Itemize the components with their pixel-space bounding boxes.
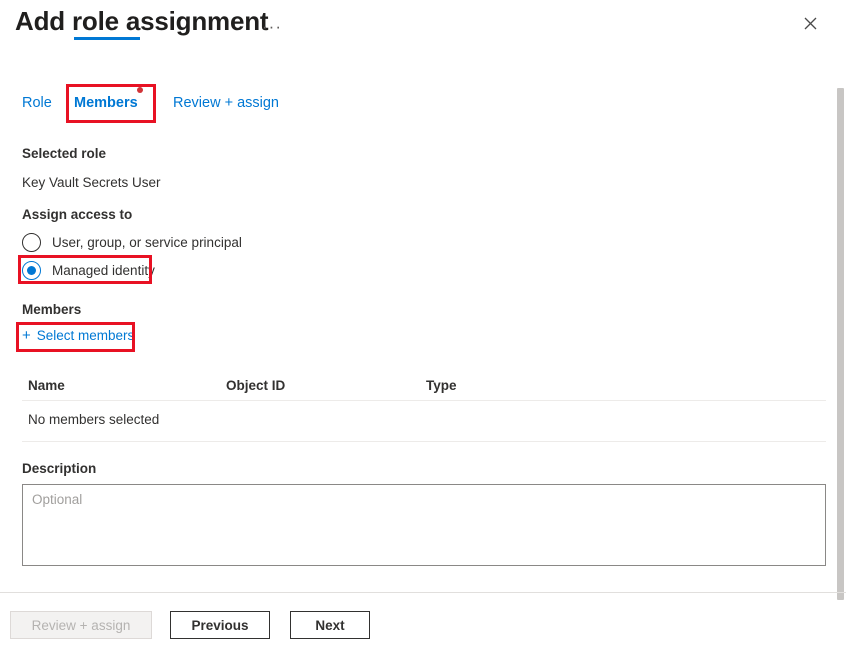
members-label: Members — [22, 302, 82, 317]
radio-managed-identity[interactable]: Managed identity — [22, 258, 155, 282]
select-members-label: Select members — [36, 328, 135, 343]
tab-members[interactable]: Members — [74, 84, 138, 122]
review-assign-button[interactable]: Review + assign — [10, 611, 152, 639]
add-role-assignment-panel: Add role assignment ··· Role Members Rev… — [0, 0, 846, 656]
members-empty-message: No members selected — [28, 412, 160, 427]
selected-role-value: Key Vault Secrets User — [22, 175, 161, 190]
radio-icon-unselected — [22, 232, 41, 252]
members-table-header-row: Name Object ID Type — [22, 378, 826, 400]
radio-user-group-service-principal[interactable]: User, group, or service principal — [22, 230, 242, 254]
panel-header: Add role assignment ··· — [0, 0, 846, 55]
select-members-button[interactable]: + Select members — [22, 328, 134, 343]
panel-scrollbar-track[interactable] — [836, 40, 846, 600]
table-divider-top — [22, 400, 826, 401]
selected-role-label: Selected role — [22, 146, 107, 161]
panel-footer: Review + assign Previous Next Feedback — [0, 593, 846, 656]
plus-icon: + — [22, 327, 31, 344]
next-button[interactable]: Next — [290, 611, 370, 639]
close-icon — [804, 17, 817, 30]
description-input[interactable] — [22, 484, 826, 566]
column-header-name: Name — [28, 378, 65, 393]
panel-scrollbar-thumb[interactable] — [837, 88, 844, 600]
tab-role[interactable]: Role — [22, 84, 52, 122]
close-button[interactable] — [795, 8, 825, 38]
tab-review-assign[interactable]: Review + assign — [173, 84, 279, 122]
assign-access-label: Assign access to — [22, 207, 133, 222]
radio-icon-selected — [22, 260, 41, 280]
members-table: Name Object ID Type — [22, 378, 826, 400]
description-label: Description — [22, 461, 97, 476]
tab-bar: Role Members Review + assign — [0, 84, 846, 124]
column-header-type: Type — [426, 378, 457, 393]
tab-selected-underline — [74, 37, 140, 40]
tab-members-required-dot-icon — [137, 87, 143, 93]
previous-button[interactable]: Previous — [170, 611, 270, 639]
column-header-object-id: Object ID — [226, 378, 286, 393]
more-options-icon[interactable]: ··· — [258, 12, 286, 40]
table-divider-bottom — [22, 441, 826, 442]
radio-label-user-group: User, group, or service principal — [52, 234, 242, 250]
page-title: Add role assignment — [15, 6, 269, 36]
radio-label-managed-identity: Managed identity — [52, 262, 155, 278]
